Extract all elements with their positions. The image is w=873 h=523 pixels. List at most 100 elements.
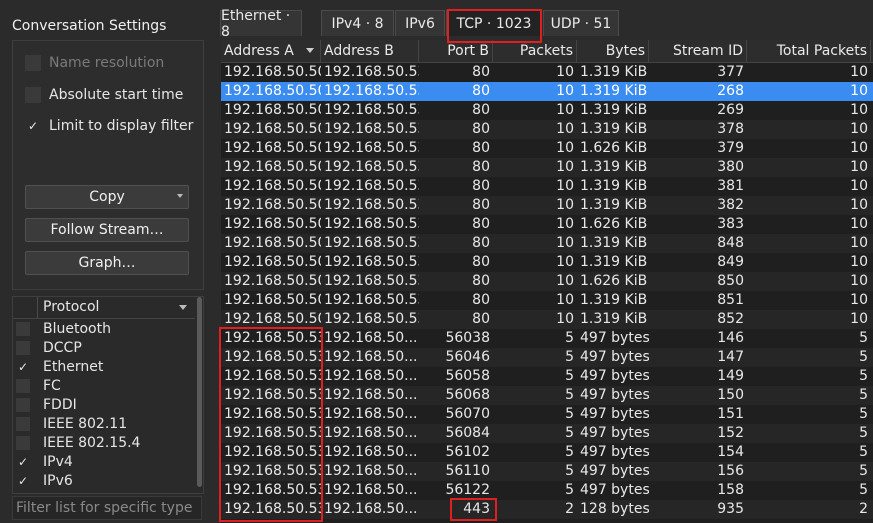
protocol-checkbox[interactable]: ✓: [16, 474, 30, 488]
table-row[interactable]: 192.168.50.50 192.168.50.53 80 10 1.319 KiB 2…: [221, 101, 873, 120]
protocol-checkbox[interactable]: [16, 378, 30, 393]
cell-bytes: 1.319 KiB: [580, 311, 648, 327]
protocol-item-bluetooth[interactable]: Bluetooth: [13, 319, 195, 338]
table-row[interactable]: 192.168.50.50 192.168.50.53 80 10 1.626 KiB 3…: [221, 139, 873, 158]
cell-port-b: 80: [472, 102, 490, 118]
column-header-address-a[interactable]: Address A: [221, 40, 321, 62]
column-header-port-b[interactable]: Port B: [419, 40, 493, 62]
protocol-checkbox[interactable]: [16, 416, 30, 431]
column-header-label: Address B: [324, 43, 394, 59]
graph-button[interactable]: Graph…: [25, 251, 189, 275]
cell-stream-id: 158: [717, 482, 744, 498]
cell-port-b: 80: [472, 121, 490, 137]
cell-packets: 10: [556, 178, 574, 194]
table-row[interactable]: 192.168.50.50 192.168.50.53 80 10 1.319 KiB 3…: [221, 158, 873, 177]
conversation-table[interactable]: Address A Address B Port B Packets Bytes Stre…: [221, 40, 873, 523]
protocol-item-fddi[interactable]: FDDI: [13, 395, 195, 414]
cell-packets: 10: [556, 197, 574, 213]
tab-ipv4[interactable]: IPv4 · 8: [321, 10, 394, 36]
protocol-filter-input[interactable]: Filter list for specific type: [12, 496, 202, 520]
cell-address-a: 192.168.50.50: [224, 159, 321, 175]
protocol-item-ieee-802-15-4[interactable]: IEEE 802.15.4: [13, 433, 195, 452]
protocol-item-fc[interactable]: FC: [13, 376, 195, 395]
tab-ipv6[interactable]: IPv6: [395, 10, 445, 36]
table-row[interactable]: 192.168.50.50 192.168.50.53 80 10 1.319 KiB 8…: [221, 253, 873, 272]
cell-bytes: 1.319 KiB: [580, 178, 648, 194]
cell-packets: 10: [556, 83, 574, 99]
table-row[interactable]: 192.168.50.50 192.168.50.53 80 10 1.319 KiB 8…: [221, 234, 873, 253]
table-row[interactable]: 192.168.50.53 192.168.50.... 56038 5 497 byt…: [221, 329, 873, 348]
table-row[interactable]: 192.168.50.53 192.168.50.... 56102 5 497 byt…: [221, 443, 873, 462]
cell-packets: 10: [556, 273, 574, 289]
protocol-checkbox[interactable]: ✓: [16, 455, 30, 469]
protocol-item-dccp[interactable]: DCCP: [13, 338, 195, 357]
table-row[interactable]: 192.168.50.53 192.168.50.... 56046 5 497 byt…: [221, 348, 873, 367]
protocol-checkbox[interactable]: ✓: [16, 360, 30, 374]
cell-total-packets: 10: [850, 178, 868, 194]
cell-address-a: 192.168.50.50: [224, 178, 321, 194]
protocol-item-ethernet[interactable]: ✓ Ethernet: [13, 357, 195, 376]
column-header-label: Total Packets: [776, 43, 867, 59]
table-row[interactable]: 192.168.50.50 192.168.50.53 80 10 1.626 KiB 3…: [221, 215, 873, 234]
protocol-header[interactable]: Protocol: [13, 297, 195, 319]
table-row[interactable]: 192.168.50.50 192.168.50.53 80 10 1.319 KiB 2…: [221, 82, 873, 101]
column-header-packets[interactable]: Packets: [493, 40, 577, 62]
table-row[interactable]: 192.168.50.50 192.168.50.53 80 10 1.319 KiB 8…: [221, 310, 873, 329]
protocol-item-ieee-802-11[interactable]: IEEE 802.11: [13, 414, 195, 433]
table-row[interactable]: 192.168.50.53 192.168.50.... 56122 5 497 byt…: [221, 481, 873, 500]
cell-address-a: 192.168.50.53: [224, 501, 321, 517]
table-row[interactable]: 192.168.50.50 192.168.50.53 80 10 1.626 KiB 8…: [221, 272, 873, 291]
option-absolute-start-time[interactable]: Absolute start time: [25, 85, 183, 105]
table-row[interactable]: 192.168.50.50 192.168.50.53 80 10 1.319 KiB 3…: [221, 63, 873, 82]
limit-filter-checkbox[interactable]: ✓: [25, 118, 41, 134]
protocol-item-ipv6[interactable]: ✓ IPv6: [13, 471, 195, 490]
cell-total-packets: 10: [850, 197, 868, 213]
cell-port-b: 80: [472, 216, 490, 232]
cell-total-packets: 10: [850, 235, 868, 251]
absolute-start-time-checkbox[interactable]: [25, 87, 41, 103]
cell-stream-id: 269: [717, 102, 744, 118]
column-header-bytes[interactable]: Bytes: [577, 40, 649, 62]
tab-udp[interactable]: UDP · 51: [543, 10, 619, 36]
table-row[interactable]: 192.168.50.53 192.168.50.... 56084 5 497 byt…: [221, 424, 873, 443]
table-row[interactable]: 192.168.50.50 192.168.50.53 80 10 1.319 KiB 3…: [221, 120, 873, 139]
table-row[interactable]: 192.168.50.53 192.168.50.... 56070 5 497 byt…: [221, 405, 873, 424]
cell-total-packets: 5: [859, 425, 868, 441]
name-resolution-checkbox[interactable]: [25, 55, 41, 71]
scrollbar-thumb[interactable]: [197, 297, 202, 487]
protocol-checkbox[interactable]: [16, 435, 30, 450]
table-row[interactable]: 192.168.50.53 192.168.50.... 56068 5 497 byt…: [221, 386, 873, 405]
table-row[interactable]: 192.168.50.50 192.168.50.53 80 10 1.319 KiB 8…: [221, 291, 873, 310]
option-name-resolution[interactable]: Name resolution: [25, 53, 164, 73]
follow-stream-button[interactable]: Follow Stream…: [25, 218, 189, 242]
protocol-scrollbar[interactable]: [196, 297, 203, 493]
protocol-item-ipv4[interactable]: ✓ IPv4: [13, 452, 195, 471]
protocol-list[interactable]: Protocol Bluetooth DCCP ✓ Ethernet FC FDDI IEE…: [12, 296, 204, 494]
cell-address-a: 192.168.50.53: [224, 387, 321, 403]
copy-button[interactable]: Copy: [25, 185, 189, 209]
table-row[interactable]: 192.168.50.53 192.168.50.... 56058 5 497 byt…: [221, 367, 873, 386]
protocol-label: Bluetooth: [43, 320, 111, 337]
table-row[interactable]: 192.168.50.50 192.168.50.53 80 10 1.319 KiB 3…: [221, 196, 873, 215]
column-header-address-b[interactable]: Address B: [321, 40, 419, 62]
protocol-label: FDDI: [43, 396, 77, 413]
cell-address-a: 192.168.50.53: [224, 444, 321, 460]
cell-total-packets: 10: [850, 102, 868, 118]
table-row[interactable]: 192.168.50.50 192.168.50.53 80 10 1.319 KiB 3…: [221, 177, 873, 196]
column-header-total-packets[interactable]: Total Packets: [747, 40, 871, 62]
tab-ethernet[interactable]: Ethernet · 8: [220, 8, 302, 40]
cell-bytes: 497 bytes: [580, 425, 649, 441]
cell-port-b: 80: [472, 64, 490, 80]
protocol-checkbox[interactable]: [16, 340, 30, 355]
protocol-checkbox[interactable]: [16, 321, 30, 336]
cell-stream-id: 850: [717, 273, 744, 289]
cell-bytes: 1.319 KiB: [580, 197, 648, 213]
table-row[interactable]: 192.168.50.53 192.168.50.... 56110 5 497 byt…: [221, 462, 873, 481]
table-row[interactable]: 192.168.50.53 192.168.50.... 443 2 128 bytes…: [221, 500, 873, 519]
cell-stream-id: 149: [717, 368, 744, 384]
column-header-stream-id[interactable]: Stream ID: [649, 40, 747, 62]
cell-bytes: 497 bytes: [580, 463, 649, 479]
protocol-checkbox[interactable]: [16, 397, 30, 412]
option-limit-to-display-filter[interactable]: ✓ Limit to display filter: [25, 116, 193, 136]
cell-address-a: 192.168.50.53: [224, 425, 321, 441]
